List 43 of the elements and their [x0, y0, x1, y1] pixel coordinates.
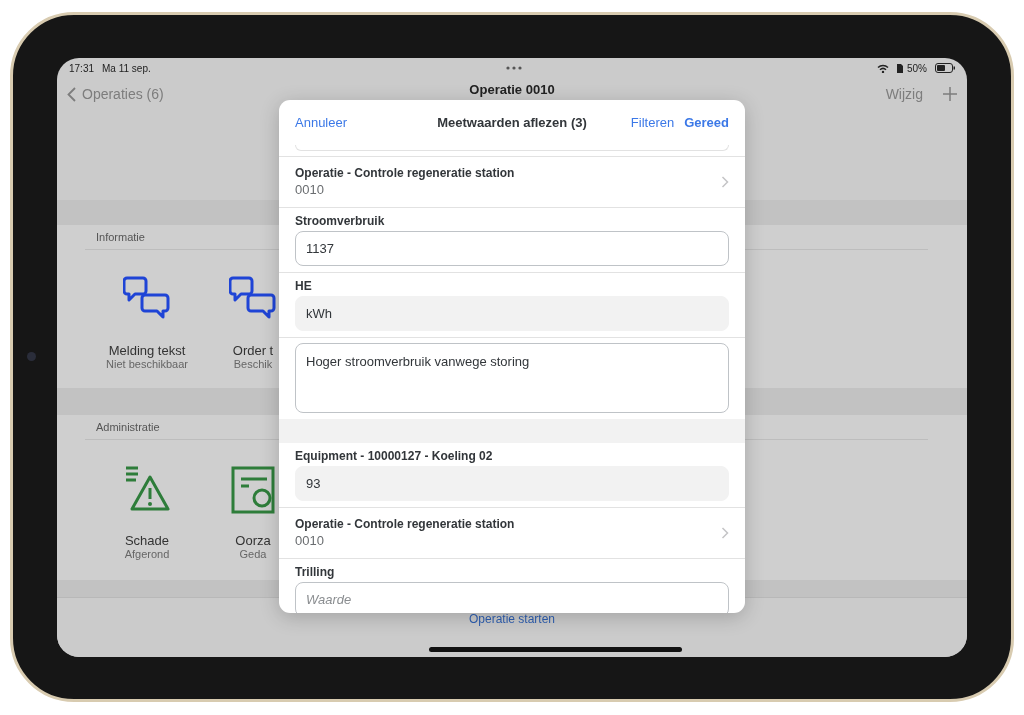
tile-status: Niet beschikbaar — [106, 358, 188, 371]
document-icon — [229, 465, 277, 515]
text-area[interactable]: Hoger stroomverbruik vanwege storing — [295, 343, 729, 413]
dialog-title: Meetwaarden aflezen (3) — [437, 115, 587, 130]
item-value: 0010 — [295, 181, 325, 199]
camera-dot — [27, 352, 36, 361]
chevron-right-icon — [721, 527, 729, 539]
filter-button[interactable]: Filteren — [630, 115, 675, 130]
tile-status: Geda — [239, 548, 267, 561]
section-header: Informatie — [96, 231, 145, 243]
chevron-right-icon — [721, 176, 729, 188]
field-label: Equipment - 10000127 - Koeling 02 — [295, 448, 494, 464]
input-field[interactable]: 93 — [295, 466, 729, 501]
status-date: Ma 11 sep. — [102, 62, 151, 74]
more-dots-icon[interactable] — [505, 66, 522, 70]
battery-icon — [935, 63, 955, 73]
wifi-icon — [877, 63, 889, 73]
section-header: Administratie — [96, 421, 160, 433]
item-title: Operatie - Controle regeneratie station — [295, 165, 516, 181]
field-label: Stroomverbruik — [295, 213, 386, 229]
tile-title: Schade — [124, 533, 170, 548]
item-title: Operatie - Controle regeneratie station — [295, 516, 516, 532]
done-button[interactable]: Gereed — [684, 115, 729, 130]
screen-title: Operatie 0010 — [469, 81, 555, 97]
operation-list-item[interactable]: Operatie - Controle regeneratie station 0010 — [279, 508, 745, 558]
status-time: 17:31 — [69, 62, 95, 74]
input-field[interactable]: 1137 — [295, 231, 729, 266]
input-field[interactable]: kWh — [295, 296, 729, 331]
battery-percentage: 50% — [907, 62, 927, 74]
tile-status: Afgerond — [124, 548, 170, 561]
operation-list-item[interactable]: Operatie - Controle regeneratie station 0010 — [279, 157, 745, 207]
start-operation-button[interactable]: Operatie starten — [468, 611, 555, 627]
tile-title: Order t — [232, 343, 274, 358]
cancel-button[interactable]: Annuleer — [295, 115, 348, 130]
input-field[interactable]: Waarde — [295, 582, 729, 613]
tile-title: Oorza — [235, 533, 271, 548]
field-label: HE — [295, 278, 313, 294]
tile-status: Beschik — [233, 358, 273, 371]
chevron-left-icon — [67, 86, 76, 102]
field-label: Trilling — [295, 564, 336, 580]
item-value: 0010 — [295, 532, 325, 550]
tile-title: Melding tekst — [108, 343, 186, 358]
sim-card-icon — [897, 63, 903, 73]
